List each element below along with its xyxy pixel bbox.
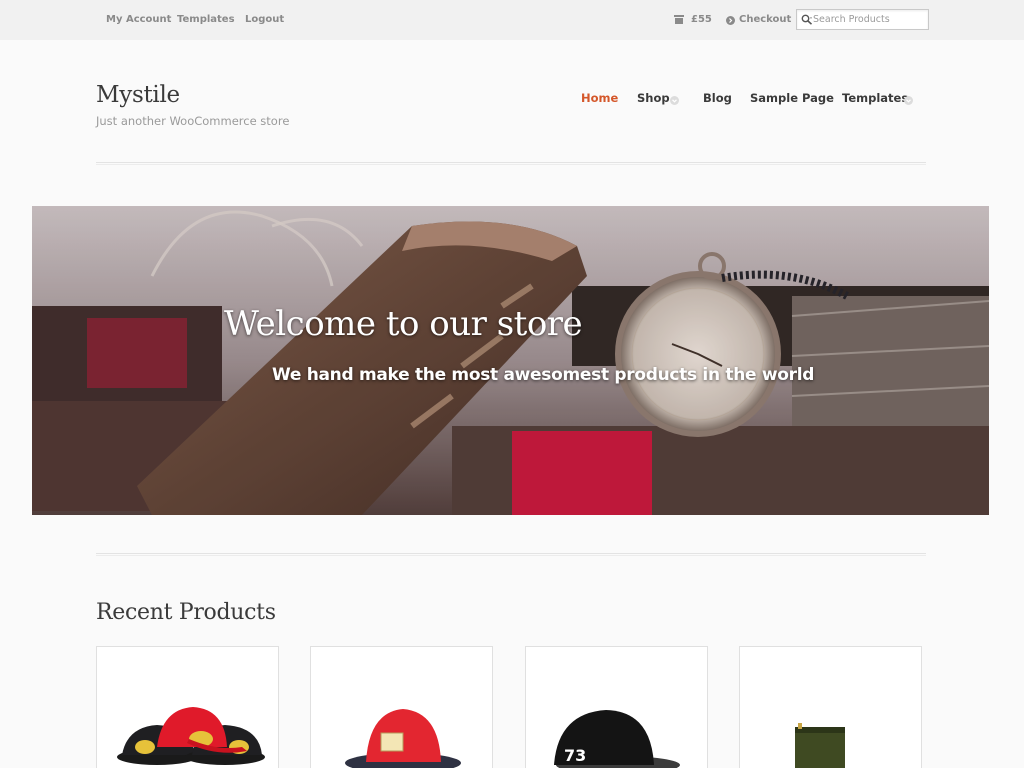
my-account-link[interactable]: My Account: [106, 14, 171, 25]
shop-dropdown-icon[interactable]: [670, 96, 679, 105]
site-tagline: Just another WooCommerce store: [96, 114, 290, 128]
product-card[interactable]: [96, 646, 279, 768]
checkout-icon: [726, 16, 735, 25]
red-cap-image[interactable]: [311, 647, 493, 768]
search-box: [796, 9, 929, 30]
header-divider: [96, 162, 926, 165]
nav-item-shop[interactable]: Shop: [637, 91, 670, 105]
site-title[interactable]: Mystile: [96, 82, 180, 108]
logout-link[interactable]: Logout: [245, 14, 284, 25]
templates-dropdown-icon[interactable]: [904, 96, 913, 105]
checkout-link[interactable]: Checkout: [739, 14, 791, 25]
nav-item-home[interactable]: Home: [581, 91, 618, 105]
hero-books-image: [32, 206, 989, 515]
cart-total-link[interactable]: £55: [691, 14, 712, 25]
top-bar: My Account Templates Logout £55 Checkout: [0, 0, 1024, 40]
product-card[interactable]: [310, 646, 493, 768]
red-black-caps-image[interactable]: [97, 647, 279, 768]
hero-banner[interactable]: [32, 206, 989, 515]
templates-link[interactable]: Templates: [177, 14, 235, 25]
recent-products-title: Recent Products: [96, 600, 276, 625]
product-card[interactable]: 73: [525, 646, 708, 768]
hero-divider: [96, 553, 926, 556]
svg-text:73: 73: [564, 746, 586, 765]
nav-item-blog[interactable]: Blog: [703, 91, 732, 105]
nav-item-sample-page[interactable]: Sample Page: [750, 91, 834, 105]
nav-item-templates[interactable]: Templates: [842, 91, 908, 105]
black-cap-73-image[interactable]: 73: [526, 647, 708, 768]
green-pouch-image[interactable]: [740, 647, 922, 768]
search-input[interactable]: [813, 11, 923, 28]
search-icon[interactable]: [801, 14, 813, 25]
cart-icon[interactable]: [674, 15, 684, 24]
hero-title: Welcome to our store: [224, 304, 583, 344]
product-card[interactable]: [739, 646, 922, 768]
hero-subtitle: We hand make the most awesomest products…: [272, 365, 815, 385]
